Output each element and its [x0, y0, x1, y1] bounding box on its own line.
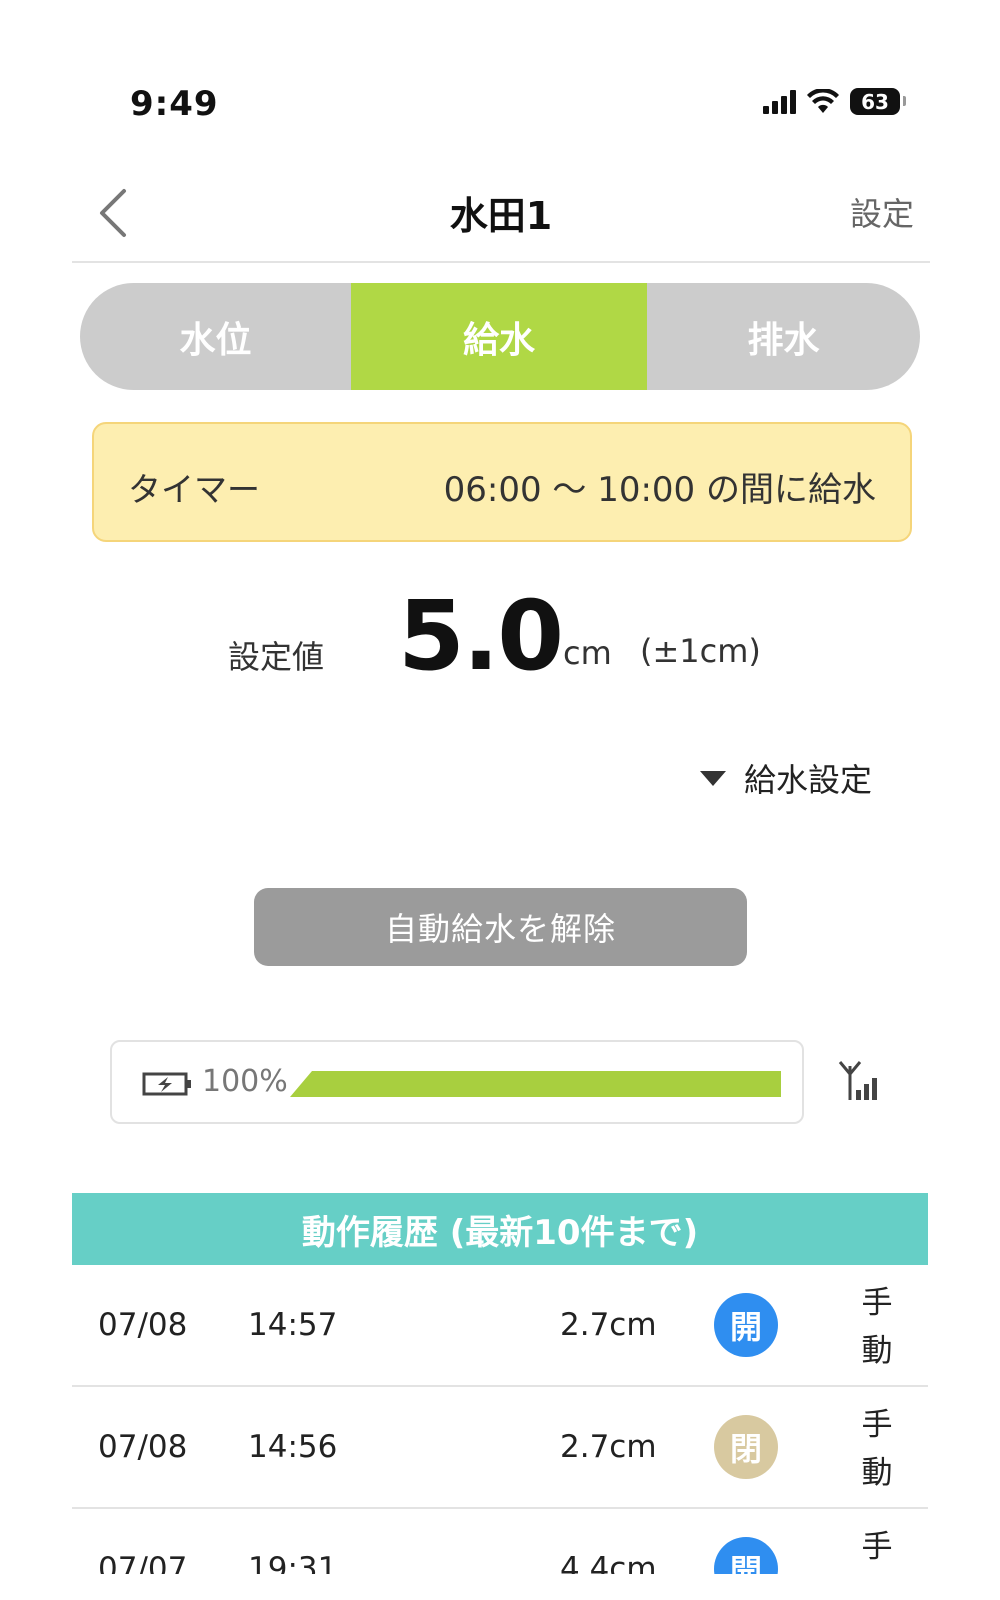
history-header: 動作履歴 (最新10件まで): [72, 1193, 928, 1265]
timer-range: 06:00 〜 10:00 の間に給水: [443, 470, 876, 510]
battery-level-text: 63: [861, 89, 889, 114]
device-battery-bar: [290, 1071, 781, 1097]
supply-settings-label: 給水設定: [744, 761, 873, 799]
history-mode: 手動: [861, 1285, 893, 1369]
setpoint-tolerance: (±1cm): [640, 632, 761, 670]
timer-panel[interactable]: タイマー 06:00 〜 10:00 の間に給水: [92, 422, 912, 542]
mode-tabs: 水位 給水 排水: [80, 283, 920, 390]
status-badge-closed: 閉: [714, 1415, 778, 1479]
setpoint-display: 設定値 5.0 cm (±1cm): [0, 580, 1000, 692]
battery-charging-icon: [142, 1072, 191, 1096]
settings-link[interactable]: 設定: [850, 189, 914, 235]
history-time: 14:57: [248, 1307, 338, 1343]
nav-bar: 水田1 設定: [72, 165, 930, 263]
status-time: 9:49: [130, 84, 219, 124]
timer-label: タイマー: [128, 470, 260, 509]
setpoint-value: 5.0: [398, 580, 564, 692]
tab-water-supply[interactable]: 給水: [351, 283, 647, 390]
antenna-signal-icon: [838, 1061, 877, 1100]
page-title: 水田1: [449, 194, 553, 238]
history-level: 2.7cm: [560, 1307, 657, 1343]
history-date: 07/08: [98, 1307, 188, 1343]
history-list[interactable]: 07/08 14:57 2.7cm 開 手動 07/08 14:56 2.7cm…: [72, 1265, 928, 1574]
history-level: 2.7cm: [560, 1429, 657, 1465]
cellular-signal-icon: [763, 89, 796, 114]
device-battery-percent: 100%: [202, 1064, 288, 1099]
triangle-down-icon: [700, 770, 726, 786]
history-mode: 手動: [861, 1407, 893, 1491]
status-badge-open: 開: [714, 1293, 778, 1357]
release-auto-supply-button[interactable]: 自動給水を解除: [254, 888, 747, 966]
status-bar: 9:49 63: [0, 0, 1000, 150]
wifi-icon: [807, 88, 839, 113]
tab-water-level[interactable]: 水位: [80, 283, 351, 390]
history-row: 07/08 14:56 2.7cm 閉 手動: [72, 1387, 928, 1509]
status-icons: 63: [763, 88, 906, 115]
history-level: 4.4cm: [560, 1551, 657, 1574]
history-date: 07/08: [98, 1429, 188, 1465]
status-badge-open: 開: [714, 1537, 778, 1574]
history-row: 07/08 14:57 2.7cm 開 手動: [72, 1265, 928, 1387]
setpoint-label: 設定値: [228, 638, 325, 676]
history-row: 07/07 19:31 4.4cm 開 手動: [72, 1509, 928, 1574]
tab-drainage[interactable]: 排水: [647, 283, 920, 390]
setpoint-unit: cm: [563, 634, 612, 672]
history-time: 19:31: [248, 1551, 338, 1574]
supply-settings-toggle[interactable]: 給水設定: [700, 755, 872, 801]
history-date: 07/07: [98, 1551, 188, 1574]
device-battery-panel: 100%: [110, 1040, 804, 1124]
battery-icon: 63: [850, 88, 906, 115]
history-mode: 手動: [861, 1529, 893, 1565]
history-time: 14:56: [248, 1429, 338, 1465]
